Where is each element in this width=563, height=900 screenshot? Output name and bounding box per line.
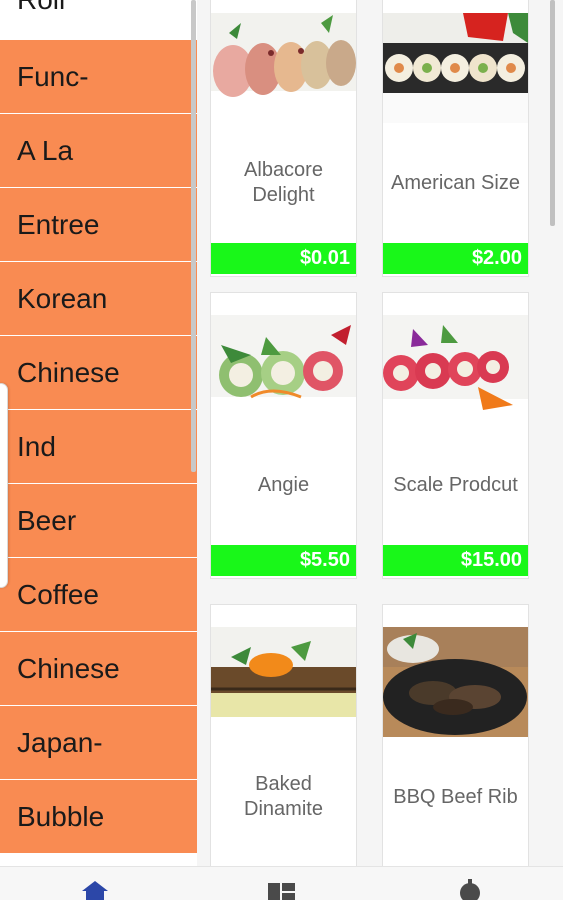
product-card-angie[interactable]: Angie $5.50 [210,292,357,579]
category-item-bubble[interactable]: Bubble [0,780,197,854]
product-name: Baked Dinamite [244,773,323,820]
product-image [383,13,528,123]
product-card-baked-dinamite[interactable]: Baked Dinamite [210,604,357,866]
category-item-ind[interactable]: Ind [0,410,197,484]
category-label: Roll [17,0,65,16]
product-price: $2.00 [383,243,528,274]
category-label: Coffee [17,578,99,610]
category-label: Bubble [17,800,105,832]
product-name: Albacore Delight [244,159,323,206]
category-label: A La [17,134,74,166]
category-item-beer[interactable]: Beer [0,484,197,558]
product-name: American Size [391,171,520,194]
grid-icon[interactable] [267,879,297,900]
product-name: Angie [257,473,310,496]
category-label: Japan- [17,726,103,758]
product-name: Scale Prodcut [393,473,518,496]
product-price: $15.00 [383,545,528,576]
product-image [211,627,356,737]
category-label: Beer [17,504,77,536]
product-price: $5.50 [211,545,356,576]
home-icon[interactable] [80,879,110,900]
drawer-handle[interactable] [0,383,8,588]
category-label: Entree [17,208,100,240]
product-image [211,315,356,425]
product-grid[interactable]: Albacore Delight $0.01 American Size $2.… [197,0,563,866]
sidebar-scrollbar[interactable] [191,0,196,472]
product-image [383,627,528,737]
product-card-scale-prodcut[interactable]: Scale Prodcut $15.00 [382,292,529,579]
product-price: $0.01 [211,243,356,274]
category-item-japan[interactable]: Japan- [0,706,197,780]
product-image [211,13,356,123]
category-label: Korean [17,282,108,314]
user-icon[interactable] [455,879,485,900]
category-item-korean[interactable]: Korean [0,262,197,336]
category-item-chinese[interactable]: Chinese [0,336,197,410]
product-card-bbq-beef-rib[interactable]: BBQ Beef Rib [382,604,529,866]
category-label: Ind [17,430,56,462]
category-item-entree[interactable]: Entree [0,188,197,262]
category-item-roll[interactable]: Roll [0,0,197,40]
product-name: BBQ Beef Rib [393,785,518,808]
category-sidebar[interactable]: Roll Func- A La Entree Korean Chinese In… [0,0,197,868]
bottom-nav [0,866,563,900]
product-card-american-size[interactable]: American Size $2.00 [382,0,529,277]
product-card-albacore-delight[interactable]: Albacore Delight $0.01 [210,0,357,277]
category-item-chinese-2[interactable]: Chinese [0,632,197,706]
category-item-func[interactable]: Func- [0,40,197,114]
product-image [383,315,528,425]
category-item-coffee[interactable]: Coffee [0,558,197,632]
category-label: Chinese [17,652,120,684]
category-label: Func- [17,60,89,92]
grid-scrollbar[interactable] [550,0,555,226]
category-label: Chinese [17,356,120,388]
category-item-a-la[interactable]: A La [0,114,197,188]
